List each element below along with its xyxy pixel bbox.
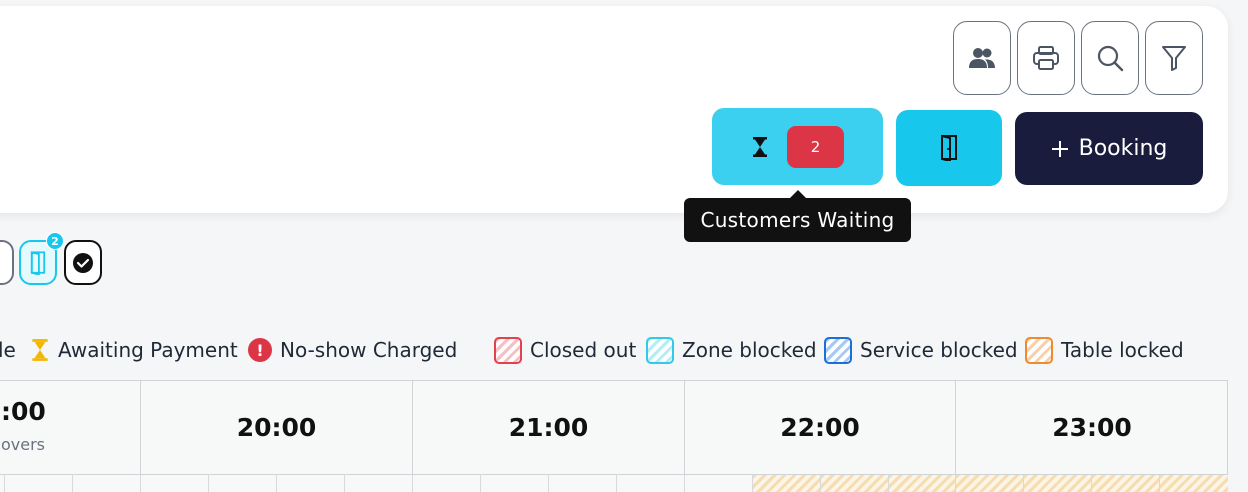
filter-button[interactable] — [1145, 21, 1203, 95]
filter-icon — [1162, 46, 1186, 71]
printer-icon — [1033, 46, 1059, 70]
timeline-slot-locked[interactable] — [821, 474, 889, 492]
timeline-hour: 23:00 — [1052, 413, 1132, 442]
status-legend: le Awaiting Payment ! No-show Charged Cl… — [0, 336, 1248, 364]
timeline-grid: :00 overs 20:00 21:00 22:00 23:00 — [0, 380, 1228, 492]
timeline-slot[interactable] — [549, 474, 617, 492]
legend-item-closed-out: Closed out — [494, 336, 636, 364]
checked-in-count-badge: 2 — [46, 232, 64, 250]
legend-item-no-show: ! No-show Charged — [248, 336, 457, 364]
waiting-count-badge: 2 — [787, 125, 844, 168]
check-circle-icon — [73, 252, 93, 273]
timeline-hour: 22:00 — [685, 381, 956, 474]
timeline-slot[interactable] — [141, 474, 209, 492]
timeline-slot[interactable] — [277, 474, 345, 492]
timeline-slot-locked[interactable] — [753, 474, 821, 492]
timeline-slot[interactable] — [345, 474, 413, 492]
timeline-slot[interactable] — [73, 474, 141, 492]
timeline-slot-locked[interactable] — [1160, 474, 1228, 492]
search-icon — [1097, 45, 1124, 72]
timeline-slot[interactable] — [413, 474, 481, 492]
hourglass-icon — [753, 136, 767, 157]
hourglass-icon — [32, 339, 48, 361]
timeline-slot[interactable] — [481, 474, 549, 492]
legend-item-awaiting-payment: Awaiting Payment — [30, 336, 238, 364]
timeline-slot[interactable] — [685, 474, 753, 492]
door-icon — [30, 250, 46, 275]
table-locked-swatch — [1025, 336, 1053, 364]
timeline-hour: 20:00 — [141, 381, 413, 474]
booking-label: Booking — [1078, 136, 1168, 161]
timeline-slot[interactable] — [5, 474, 73, 492]
timeline-hour-partial: :00 overs — [0, 381, 141, 474]
service-blocked-swatch — [824, 336, 852, 364]
plus-icon — [1051, 140, 1068, 157]
status-filter-button[interactable] — [0, 240, 14, 285]
completed-filter-button[interactable] — [64, 240, 102, 285]
timeline-hour: 21:00 — [413, 381, 685, 474]
zone-blocked-swatch — [646, 336, 674, 364]
legend-item-partial: le — [0, 338, 16, 362]
new-booking-button[interactable]: Booking — [1015, 112, 1203, 185]
timeline-slot-locked[interactable] — [889, 474, 956, 492]
search-button[interactable] — [1081, 21, 1139, 95]
timeline-slot-locked[interactable] — [956, 474, 1024, 492]
customers-waiting-button[interactable]: 2 — [712, 108, 883, 185]
timeline-slot[interactable] — [617, 474, 685, 492]
timeline-slot[interactable] — [209, 474, 277, 492]
guests-button[interactable] — [953, 21, 1011, 95]
legend-item-table-locked: Table locked — [1025, 336, 1184, 364]
timeline-slot-locked[interactable] — [1024, 474, 1092, 492]
customers-waiting-tooltip: Customers Waiting — [684, 190, 911, 242]
exclamation-icon: ! — [248, 338, 272, 362]
checked-in-button[interactable] — [896, 110, 1002, 186]
timeline-slot-locked[interactable] — [1092, 474, 1160, 492]
closed-out-swatch — [494, 336, 522, 364]
legend-item-service-blocked: Service blocked — [824, 336, 1018, 364]
print-button[interactable] — [1017, 21, 1075, 95]
people-icon — [969, 48, 995, 68]
door-icon — [941, 135, 957, 161]
legend-item-zone-blocked: Zone blocked — [646, 336, 817, 364]
